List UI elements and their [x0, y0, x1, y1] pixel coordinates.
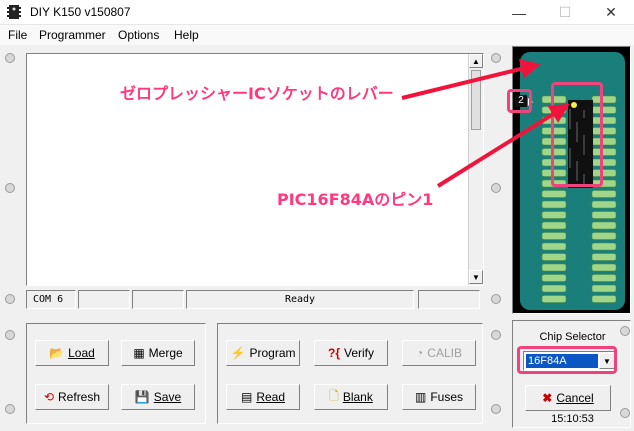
zif-pin — [591, 274, 617, 282]
splitter-arrow-icon[interactable] — [5, 53, 15, 63]
clock-display: 15:10:53 — [551, 413, 594, 425]
programmer-button-group: ⚡ Program ?{Verify ◔ CALIB ▤ Read 🗋 Blank ▥ F… — [217, 323, 483, 424]
read-button[interactable]: ▤ Read — [226, 384, 300, 410]
zif-pin — [541, 232, 567, 240]
read-label: Read — [256, 390, 286, 404]
chip-selector-panel: Chip Selector 16F84A ▼ ✖ Cancel 15:10:53 — [512, 320, 631, 428]
splitter-arrow-icon[interactable] — [491, 294, 501, 304]
folder-open-icon: 📂 — [49, 346, 65, 360]
splitter-arrow-icon[interactable] — [491, 330, 501, 340]
zif-pin — [541, 295, 567, 303]
annotation-chip-box — [517, 346, 617, 374]
zif-pin — [591, 284, 617, 293]
verify-button[interactable]: ?{Verify — [314, 340, 388, 366]
cancel-button[interactable]: ✖ Cancel — [525, 385, 611, 411]
splitter-arrow-icon[interactable] — [5, 294, 15, 304]
status-cell-empty — [132, 290, 184, 309]
status-progress — [418, 290, 480, 309]
menu-bar: File Programmer Options Help — [0, 25, 634, 45]
close-icon: ✕ — [605, 4, 617, 20]
verify-icon: ?{ — [327, 346, 340, 360]
status-state: Ready — [186, 290, 414, 309]
refresh-label: Refresh — [58, 390, 101, 404]
app-icon — [7, 5, 21, 19]
scroll-down-icon[interactable]: ▼ — [469, 270, 483, 284]
annotation-pin1-text: PIC16F84Aのピン1 — [277, 190, 434, 209]
chip-selector-label: Chip Selector — [539, 331, 606, 343]
zif-pin — [541, 200, 567, 209]
splitter-arrow-icon[interactable] — [5, 404, 15, 414]
annotation-lever-box — [507, 89, 532, 113]
close-button[interactable]: ✕ — [588, 0, 634, 25]
menu-file[interactable]: File — [8, 28, 27, 42]
maximize-icon: ☐ — [558, 4, 572, 20]
zif-pin — [541, 221, 567, 230]
fuses-label: Fuses — [430, 390, 464, 404]
save-label: Save — [153, 390, 182, 404]
menu-options[interactable]: Options — [118, 28, 159, 42]
save-button[interactable]: 💾 Save — [121, 384, 195, 410]
zif-pin — [591, 253, 617, 261]
blank-page-icon: 🗋 — [329, 388, 339, 403]
program-label: Program — [249, 346, 296, 360]
splitter-arrow-icon[interactable] — [491, 183, 501, 193]
splitter-arrow-icon[interactable] — [491, 404, 501, 414]
annotation-lever-text: ゼロプレッシャーICソケットのレバー — [120, 84, 394, 103]
refresh-icon: ⟲ — [43, 390, 55, 404]
maximize-button: ☐ — [542, 0, 588, 25]
scroll-thumb[interactable] — [471, 70, 481, 130]
file-button-group: 📂 Load ▦ Merge ⟲ Refresh 💾 Save — [26, 323, 206, 424]
annotation-pin1-box — [551, 82, 603, 187]
merge-button[interactable]: ▦ Merge — [121, 340, 195, 366]
program-button[interactable]: ⚡ Program — [226, 340, 300, 366]
zif-pin — [541, 284, 567, 293]
zif-pin — [591, 295, 617, 303]
zif-pin — [591, 200, 617, 209]
zif-pin — [591, 211, 617, 219]
fuses-button[interactable]: ▥ Fuses — [402, 384, 476, 410]
fuses-icon: ▥ — [414, 390, 427, 404]
load-button[interactable]: 📂 Load — [35, 340, 109, 366]
zif-pin — [541, 253, 567, 261]
load-label: Load — [68, 346, 95, 360]
zif-pin — [541, 190, 567, 198]
status-port: COM 6 — [26, 290, 76, 309]
zif-pin — [541, 211, 567, 219]
zif-pin — [541, 263, 567, 272]
floppy-disk-icon: 💾 — [134, 390, 150, 404]
cancel-label: Cancel — [556, 391, 594, 405]
zif-pin — [591, 263, 617, 272]
verify-label: Verify — [343, 346, 374, 360]
read-chip-icon: ▤ — [240, 390, 253, 404]
splitter-arrow-icon[interactable] — [5, 183, 15, 193]
blank-label: Blank — [342, 390, 373, 404]
refresh-button[interactable]: ⟲ Refresh — [35, 384, 109, 410]
menu-programmer[interactable]: Programmer — [39, 28, 106, 42]
merge-label: Merge — [148, 346, 183, 360]
calib-button: ◔ CALIB — [402, 340, 476, 366]
zif-pin — [591, 242, 617, 251]
calib-label: CALIB — [427, 346, 462, 360]
menu-help[interactable]: Help — [174, 28, 199, 42]
splitter-arrow-icon[interactable] — [5, 330, 15, 340]
zif-pin — [541, 274, 567, 282]
minimize-button[interactable]: — — [496, 0, 542, 25]
zif-pin — [541, 242, 567, 251]
window-title: DIY K150 v150807 — [30, 5, 131, 19]
minimize-icon: — — [512, 4, 526, 21]
blank-button[interactable]: 🗋 Blank — [314, 384, 388, 410]
merge-icon: ▦ — [133, 346, 145, 360]
program-chip-icon: ⚡ — [230, 346, 246, 360]
log-scrollbar[interactable]: ▲ ▼ — [468, 54, 483, 285]
zif-pin — [591, 232, 617, 240]
scroll-up-icon[interactable]: ▲ — [469, 54, 483, 68]
zif-pin — [591, 221, 617, 230]
calibrate-icon: ◔ — [416, 346, 424, 360]
cancel-x-icon: ✖ — [542, 391, 553, 405]
splitter-arrow-icon[interactable] — [491, 53, 501, 63]
zif-pin — [591, 190, 617, 198]
title-bar: DIY K150 v150807 — ☐ ✕ — [0, 0, 634, 25]
status-bar: COM 6 Ready — [26, 290, 484, 309]
status-cell-empty — [78, 290, 130, 309]
